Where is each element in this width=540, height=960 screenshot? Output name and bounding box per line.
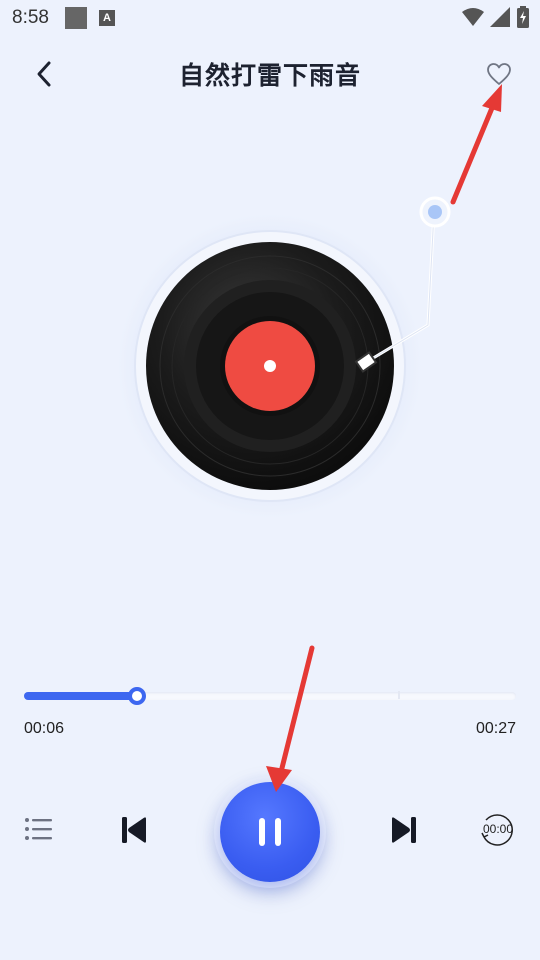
notification-square-icon [64,7,87,29]
buffer-marker [398,691,400,699]
a-badge-icon: A [98,10,115,26]
signal-icon [490,7,510,27]
timer-label: 00:00 [482,822,514,836]
playlist-button[interactable] [22,812,56,846]
skip-next-icon [392,817,416,843]
playback-controls: 00:00 [0,770,540,890]
record-player [0,110,540,610]
pause-button[interactable] [220,782,320,882]
pause-icon [259,818,281,846]
wifi-icon [462,8,484,26]
sleep-timer-button[interactable]: 00:00 [478,812,518,848]
current-time: 00:06 [24,720,65,737]
progress-fill [24,692,138,700]
heart-outline-icon [487,63,511,85]
status-icons [462,6,530,28]
total-time: 00:27 [475,720,516,737]
record-spindle [264,360,276,372]
progress-thumb[interactable] [128,687,147,705]
header: 自然打雷下雨音 [0,50,540,96]
skip-previous-icon [122,817,146,843]
status-bar: 8:58 A [0,0,540,36]
next-button[interactable] [386,812,422,848]
page-title: 自然打雷下雨音 [178,61,361,90]
battery-icon [517,6,529,28]
progress-slider[interactable] [24,686,516,706]
status-time: 8:58 [12,7,49,28]
vinyl-record-illustration [118,196,451,518]
play-pause-button-wrapper [214,776,326,888]
previous-button[interactable] [116,812,152,848]
playlist-icon [25,818,52,840]
favorite-button[interactable] [482,58,516,90]
